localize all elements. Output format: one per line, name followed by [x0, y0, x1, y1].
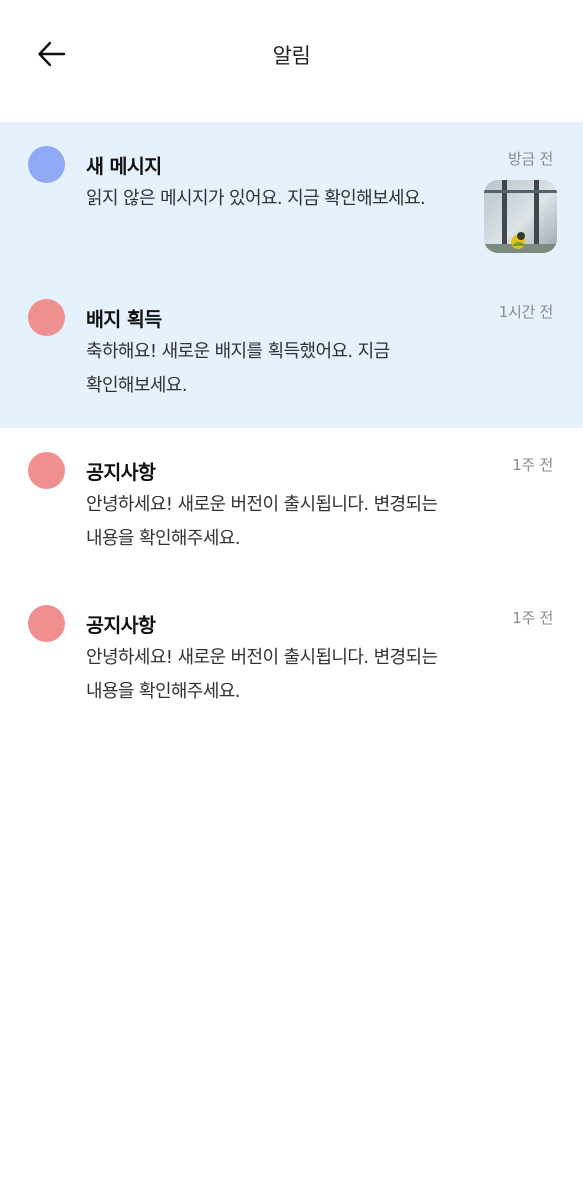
notification-body: 안녕하세요! 새로운 버전이 출시됩니다. 변경되는 내용을 확인해주세요.	[86, 647, 438, 702]
notifications-screen: 알림 새 메시지 읽지 않은 메시지가 있어요. 지금 확인해보세요. 방금 전	[0, 0, 583, 1200]
notification-title: 공지사항	[86, 461, 156, 484]
notification-time: 1주 전	[512, 456, 553, 474]
notification-time: 1주 전	[512, 609, 553, 627]
notification-title: 공지사항	[86, 614, 156, 637]
badge-status-dot	[28, 299, 65, 336]
notification-body: 축하해요! 새로운 배지를 획득했어요. 지금 확인해보세요.	[86, 341, 390, 396]
notification-body: 안녕하세요! 새로운 버전이 출시됩니다. 변경되는 내용을 확인해주세요.	[86, 494, 438, 549]
notification-item-notice[interactable]: 공지사항 안녕하세요! 새로운 버전이 출시됩니다. 변경되는 내용을 확인해주…	[0, 428, 583, 581]
notice-status-dot	[28, 452, 65, 489]
notification-item-notice[interactable]: 공지사항 안녕하세요! 새로운 버전이 출시됩니다. 변경되는 내용을 확인해주…	[0, 581, 583, 734]
notification-item-message[interactable]: 새 메시지 읽지 않은 메시지가 있어요. 지금 확인해보세요. 방금 전	[0, 122, 583, 275]
notice-status-dot	[28, 605, 65, 642]
message-status-dot	[28, 146, 65, 183]
notification-item-badge[interactable]: 배지 획득 축하해요! 새로운 배지를 획득했어요. 지금 확인해보세요. 1시…	[0, 275, 583, 428]
notification-time: 방금 전	[508, 150, 553, 168]
page-title: 알림	[272, 44, 311, 68]
notification-body: 읽지 않은 메시지가 있어요. 지금 확인해보세요.	[86, 188, 426, 209]
notification-title: 새 메시지	[86, 155, 162, 178]
top-bar: 알림	[0, 0, 583, 112]
notification-title: 배지 획득	[86, 308, 162, 331]
notification-list: 새 메시지 읽지 않은 메시지가 있어요. 지금 확인해보세요. 방금 전 배지…	[0, 122, 583, 734]
notification-thumbnail	[484, 180, 557, 253]
notification-time: 1시간 전	[498, 303, 554, 321]
